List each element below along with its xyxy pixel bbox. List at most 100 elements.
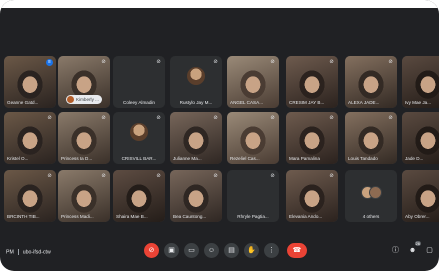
info-button[interactable]: ⓘ [390,245,401,256]
participant-name: Kristel O... [7,156,29,161]
mic-muted-icon: ⊘ [270,173,275,179]
participant-name: Mara Pamalina [289,156,320,161]
present-icon: ▤ [228,247,235,254]
end-call-button[interactable]: ☎ [287,243,307,258]
mic-muted-icon: ⊘ [156,173,161,179]
participant-name: Elevania Ando... [289,214,323,219]
participant-name: CRESIM JAY B... [289,100,325,105]
phone-hangup-icon: ☎ [292,247,302,254]
mic-muted-icon: ⊘ [47,173,52,179]
participant-name: 4 others [362,214,380,219]
participant-name: ANGEL CASA... [230,100,264,105]
participant-tile[interactable]: ⊘ Kimberly ... [58,56,110,108]
participant-name: ALEXA JADE... [348,100,380,105]
participant-name: Rustylo Jay M... [179,100,213,105]
participant-tile[interactable]: ⊘ Princess Ia D... [58,112,110,164]
meeting-time: PM [6,249,14,256]
mic-muted-icon: ⊘ [213,59,218,65]
emoji-button[interactable]: ☺ [204,243,219,258]
mic-muted-icon: ⊘ [101,173,106,179]
people-button[interactable]: ☻ 26 [407,241,421,256]
mic-muted-icon: ⊘ [101,115,106,121]
participant-tile[interactable]: ⊘ Mara Pamalina [286,112,338,164]
participant-count-badge: 26 [414,241,421,246]
participant-name: Louis Tandado [348,156,378,161]
raise-hand-button[interactable]: ✋ [244,243,259,258]
participant-grid: ≡ Geanne Gatd... ⊘ Kimberly ... ⊘ Coleey Alma… [4,56,439,226]
avatar [369,186,382,199]
more-vert-icon: ⋮ [268,247,275,254]
mic-muted-icon: ⊘ [388,115,393,121]
participant-name-pill: Kimberly ... [66,95,102,104]
participant-tile[interactable]: ≡ Geanne Gatd... [4,56,56,108]
mic-button[interactable]: ⊘ [144,243,159,258]
participant-tile[interactable]: ⊘ Coleey Almadin [113,56,165,108]
mic-muted-icon: ⊘ [213,173,218,179]
participant-tile[interactable]: ⊘Jade D... [402,112,439,164]
participant-name: Bea Cauntong... [173,214,207,219]
participant-name: CRISVILL BAR... [121,156,157,161]
camera-button[interactable]: ▣ [164,243,179,258]
participant-tile[interactable]: ⊘ CRESIM JAY B... [286,56,338,108]
mic-muted-icon: ⊘ [101,59,106,65]
participant-name: Kimberly ... [76,97,99,102]
chat-button[interactable]: ▢ [424,245,435,256]
avatar [187,66,205,85]
participant-tile[interactable]: ⊘ Rhryle Pagtia... [227,170,279,222]
participant-tile[interactable]: ⊘ Rezeliel Cas... [227,112,279,164]
emoji-icon: ☺ [207,247,216,254]
participant-name: Rezeliel Cas... [230,156,260,161]
participant-tile[interactable]: ⊘ Kristel O... [4,112,56,164]
present-button[interactable]: ▤ [224,243,239,258]
chat-icon: ▢ [426,247,433,254]
participant-tile[interactable]: 4 others [345,170,397,222]
camera-icon: ▣ [168,247,175,254]
mic-muted-icon: ⊘ [329,173,334,179]
participant-name: Jade D... [405,156,424,161]
participant-name: Princess Ia D... [61,156,93,161]
mic-muted-icon: ⊘ [270,115,275,121]
participant-name: Aby Obrer... [405,214,430,219]
mic-muted-icon: ⊘ [270,59,275,65]
mic-muted-icon: ⊘ [329,115,334,121]
participant-tile[interactable]: ⊘ ANGEL CASA... [227,56,279,108]
participant-tile[interactable]: ⊘ ALEXA JADE... [345,56,397,108]
participant-name: Rhryle Pagtia... [237,214,269,219]
participant-tile[interactable]: ⊘ Bea Cauntong... [170,170,222,222]
participant-tile[interactable]: ⊘ Rustylo Jay M... [170,56,222,108]
participant-name: BRCINTH TIB... [7,214,40,219]
info-icon: ⓘ [392,247,399,254]
participant-tile[interactable]: ⊘ BRCINTH TIB... [4,170,56,222]
meeting-code[interactable]: ubo-ifsd-ctw [23,249,51,255]
participant-tile[interactable]: ⊘ Elevania Ando... [286,170,338,222]
participant-tile[interactable]: ⊘ Louis Tandado [345,112,397,164]
mic-muted-icon: ⊘ [329,59,334,65]
participant-name: Princess Madi... [61,214,94,219]
captions-button[interactable]: ▭ [184,243,199,258]
participant-tile[interactable]: ⊘Ivy Mae Ja... [402,56,439,108]
participant-name: Geanne Gatd... [7,100,39,105]
meeting-info: PM ubo-ifsd-ctw [6,249,51,255]
speaking-icon: ≡ [46,59,53,66]
participant-name: Coleey Almadin [123,100,155,105]
participant-tile[interactable]: ⊘ Shaira Mae B... [113,170,165,222]
mic-muted-icon: ⊘ [388,59,393,65]
others-avatars [361,186,382,199]
mic-muted-icon: ⊘ [156,115,161,121]
participant-tile[interactable]: ⊘ Princess Madi... [58,170,110,222]
mic-muted-icon: ⊘ [47,115,52,121]
mic-muted-icon: ⊘ [156,59,161,65]
more-options-button[interactable]: ⋮ [264,243,279,258]
meet-window: ≡ Geanne Gatd... ⊘ Kimberly ... ⊘ Coleey Alma… [0,0,439,271]
participant-tile[interactable]: ⊘ CRISVILL BAR... [113,112,165,164]
captions-icon: ▭ [188,247,195,254]
divider [17,249,19,255]
participant-tile[interactable]: ⊘ Julianne Ma... [170,112,222,164]
participant-name: Julianne Ma... [173,156,202,161]
hand-icon: ✋ [247,247,256,254]
participant-name: Ivy Mae Ja... [405,100,432,105]
avatar [130,122,148,141]
participant-tile[interactable]: ⊘Aby Obrer... [402,170,439,222]
participant-name: Shaira Mae B... [116,214,148,219]
avatar [67,96,74,103]
